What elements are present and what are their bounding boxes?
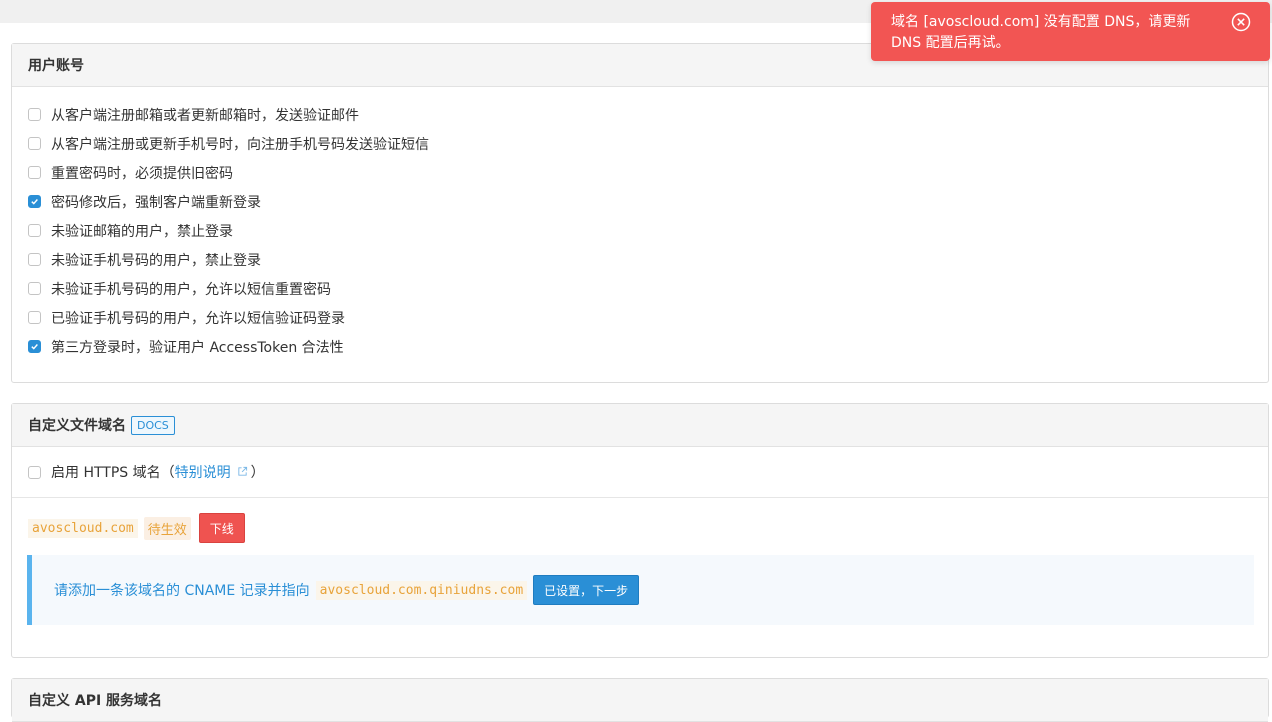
error-toast: 域名 [avoscloud.com] 没有配置 DNS，请更新 DNS 配置后再… — [871, 2, 1270, 61]
option-label: 未验证手机号码的用户，允许以短信重置密码 — [51, 281, 331, 298]
option-label: 第三方登录时，验证用户 AccessToken 合法性 — [51, 339, 344, 356]
option-label: 已验证手机号码的用户，允许以短信验证码登录 — [51, 310, 345, 327]
option-checkbox[interactable] — [28, 166, 41, 179]
status-badge: 待生效 — [143, 516, 191, 540]
option-row: 密码修改后，强制客户端重新登录 — [28, 187, 1268, 216]
check-icon — [31, 344, 38, 350]
toast-message: 域名 [avoscloud.com] 没有配置 DNS，请更新 DNS 配置后再… — [891, 14, 1191, 51]
option-row: 从客户端注册邮箱或者更新邮箱时，发送验证邮件 — [28, 100, 1268, 129]
cname-target: avoscloud.com.qiniudns.com — [315, 580, 528, 600]
option-row: 第三方登录时，验证用户 AccessToken 合法性 — [28, 332, 1268, 361]
option-label: 未验证手机号码的用户，禁止登录 — [51, 252, 261, 269]
option-row: 已验证手机号码的用户，允许以短信验证码登录 — [28, 303, 1268, 332]
domain-name: avoscloud.com — [28, 518, 138, 538]
option-checkbox[interactable] — [28, 224, 41, 237]
option-row: 未验证手机号码的用户，禁止登录 — [28, 245, 1268, 274]
external-link-icon — [238, 466, 247, 476]
check-icon — [31, 199, 38, 205]
option-label: 从客户端注册或更新手机号时，向注册手机号码发送验证短信 — [51, 136, 429, 153]
panel-title: 自定义文件域名 — [28, 418, 126, 434]
https-label: 启用 HTTPS 域名（特别说明 ） — [51, 462, 265, 482]
option-row: 重置密码时，必须提供旧密码 — [28, 158, 1268, 187]
option-label: 密码修改后，强制客户端重新登录 — [51, 194, 261, 211]
option-label: 未验证邮箱的用户，禁止登录 — [51, 223, 233, 240]
https-label-prefix: 启用 HTTPS 域名（ — [51, 465, 175, 481]
panel-header: 自定义文件域名 DOCS — [12, 404, 1268, 447]
close-circle-icon[interactable] — [1231, 12, 1251, 32]
option-checkbox[interactable] — [28, 195, 41, 208]
next-step-button[interactable]: 已设置，下一步 — [533, 575, 640, 605]
option-list: 从客户端注册邮箱或者更新邮箱时，发送验证邮件从客户端注册或更新手机号时，向注册手… — [12, 87, 1268, 361]
option-checkbox[interactable] — [28, 253, 41, 266]
option-checkbox[interactable] — [28, 340, 41, 353]
option-checkbox[interactable] — [28, 311, 41, 324]
docs-link[interactable]: DOCS — [131, 415, 175, 435]
option-checkbox[interactable] — [28, 108, 41, 121]
domain-row: avoscloud.com 待生效 下线 — [12, 498, 1268, 558]
option-label: 重置密码时，必须提供旧密码 — [51, 165, 233, 182]
offline-button[interactable]: 下线 — [198, 513, 245, 543]
option-row: 未验证手机号码的用户，允许以短信重置密码 — [28, 274, 1268, 303]
special-notes-link[interactable]: 特别说明 — [175, 465, 231, 481]
option-label: 从客户端注册邮箱或者更新邮箱时，发送验证邮件 — [51, 107, 359, 124]
custom-api-domain-panel: 自定义 API 服务域名 — [11, 678, 1269, 722]
option-checkbox[interactable] — [28, 137, 41, 150]
cname-instruction: 请添加一条该域名的 CNAME 记录并指向 — [54, 583, 310, 599]
https-label-suffix: ） — [250, 465, 265, 481]
user-accounts-panel: 用户账号 从客户端注册邮箱或者更新邮箱时，发送验证邮件 从客户端注册或更新手机号时… — [11, 43, 1269, 383]
option-row: 从客户端注册或更新手机号时，向注册手机号码发送验证短信 — [28, 129, 1268, 158]
https-option: 启用 HTTPS 域名（特别说明 ） — [12, 447, 1268, 498]
custom-file-domain-panel: 自定义文件域名 DOCS 启用 HTTPS 域名（特别说明 ） avoscloud… — [11, 403, 1269, 658]
https-checkbox[interactable] — [28, 465, 41, 479]
panel-title: 自定义 API 服务域名 — [12, 679, 1268, 722]
cname-instruction-box: 请添加一条该域名的 CNAME 记录并指向 avoscloud.com.qini… — [27, 555, 1254, 625]
option-checkbox[interactable] — [28, 282, 41, 295]
option-row: 未验证邮箱的用户，禁止登录 — [28, 216, 1268, 245]
